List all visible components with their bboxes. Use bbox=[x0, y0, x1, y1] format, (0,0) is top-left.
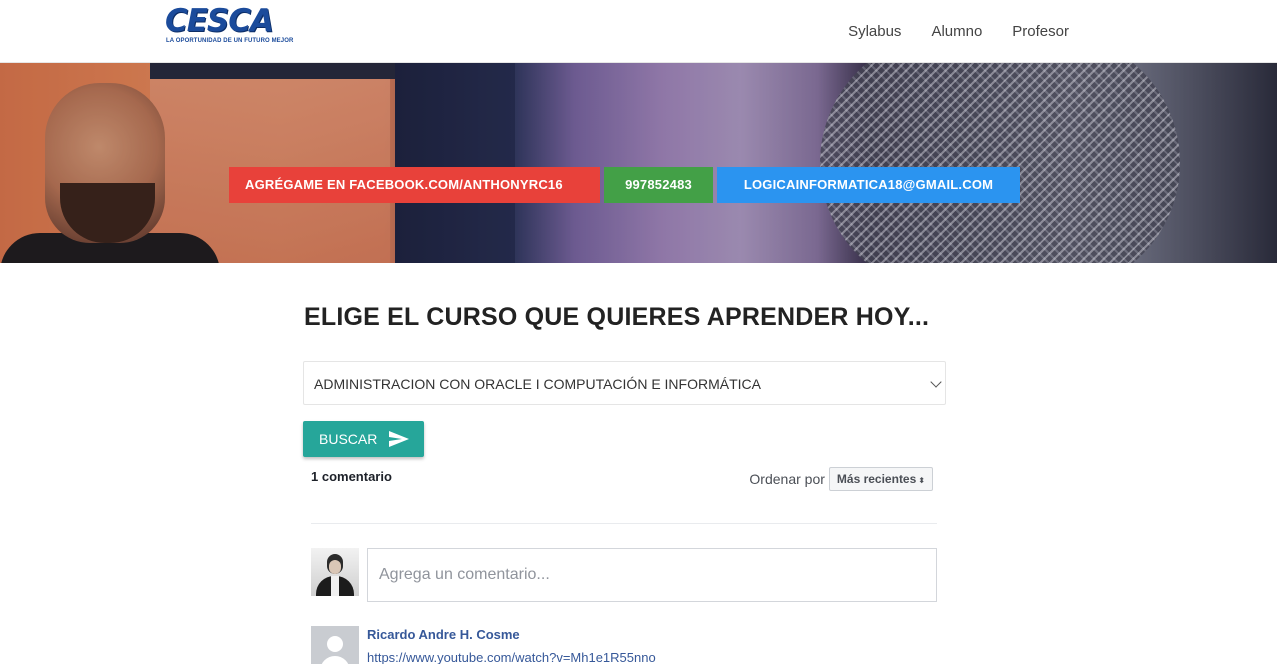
phone-button[interactable]: 997852483 bbox=[604, 167, 713, 203]
sort-arrows-icon: ⬍ bbox=[918, 476, 925, 485]
avatar-body bbox=[320, 656, 350, 664]
facebook-button[interactable]: AGRÉGAME EN FACEBOOK.COM/ANTHONYRC16 bbox=[229, 167, 600, 203]
facebook-prefix: AGRÉGAME EN bbox=[245, 177, 350, 192]
hero-overlay bbox=[0, 63, 1277, 263]
sort-value: Más recientes bbox=[836, 472, 917, 486]
chevron-down-icon bbox=[930, 376, 942, 388]
search-button-label: BUSCAR bbox=[319, 431, 378, 447]
email-button[interactable]: LOGICAINFORMATICA18@GMAIL.COM bbox=[717, 167, 1020, 203]
send-icon bbox=[389, 431, 409, 447]
nav-link-sylabus[interactable]: Sylabus bbox=[848, 23, 901, 40]
logo-tagline: LA OPORTUNIDAD DE UN FUTURO MEJOR bbox=[166, 38, 294, 44]
course-select[interactable]: ADMINISTRACION CON ORACLE I COMPUTACIÓN … bbox=[303, 361, 946, 405]
facebook-handle: FACEBOOK.COM/ANTHONYRC16 bbox=[349, 177, 563, 192]
avatar-head bbox=[327, 636, 343, 652]
cesca-logo[interactable]: CESCA LA OPORTUNIDAD DE UN FUTURO MEJOR bbox=[165, 6, 297, 46]
divider bbox=[311, 523, 937, 524]
search-button[interactable]: BUSCAR bbox=[303, 421, 424, 457]
commenter-avatar[interactable] bbox=[311, 626, 359, 664]
sort-dropdown[interactable]: Más recientes ⬍ bbox=[828, 467, 933, 491]
sort-control: Ordenar por Más recientes ⬍ bbox=[749, 467, 933, 491]
sort-label: Ordenar por bbox=[749, 471, 825, 487]
top-navbar: CESCA LA OPORTUNIDAD DE UN FUTURO MEJOR … bbox=[0, 0, 1277, 63]
hero-banner: AGRÉGAME EN FACEBOOK.COM/ANTHONYRC16 997… bbox=[0, 63, 1277, 263]
current-user-avatar bbox=[311, 548, 359, 596]
contact-buttons: AGRÉGAME EN FACEBOOK.COM/ANTHONYRC16 997… bbox=[229, 167, 1020, 203]
nav-link-profesor[interactable]: Profesor bbox=[1012, 23, 1069, 40]
nav-link-alumno[interactable]: Alumno bbox=[931, 23, 982, 40]
page-title: ELIGE EL CURSO QUE QUIERES APRENDER HOY.… bbox=[304, 303, 930, 331]
course-select-value: ADMINISTRACION CON ORACLE I COMPUTACIÓN … bbox=[314, 376, 761, 392]
comment-input-placeholder: Agrega un comentario... bbox=[379, 566, 550, 583]
nav-links: Sylabus Alumno Profesor bbox=[848, 0, 1069, 63]
avatar-face bbox=[329, 560, 341, 574]
avatar-shirt bbox=[331, 576, 339, 596]
comment-text-link[interactable]: https://www.youtube.com/watch?v=Mh1e1R55… bbox=[367, 650, 656, 664]
comment-count: 1 comentario bbox=[311, 469, 392, 484]
logo-wordmark: CESCA bbox=[165, 3, 274, 39]
comment-author[interactable]: Ricardo Andre H. Cosme bbox=[367, 627, 520, 642]
comment-input[interactable]: Agrega un comentario... bbox=[367, 548, 937, 602]
